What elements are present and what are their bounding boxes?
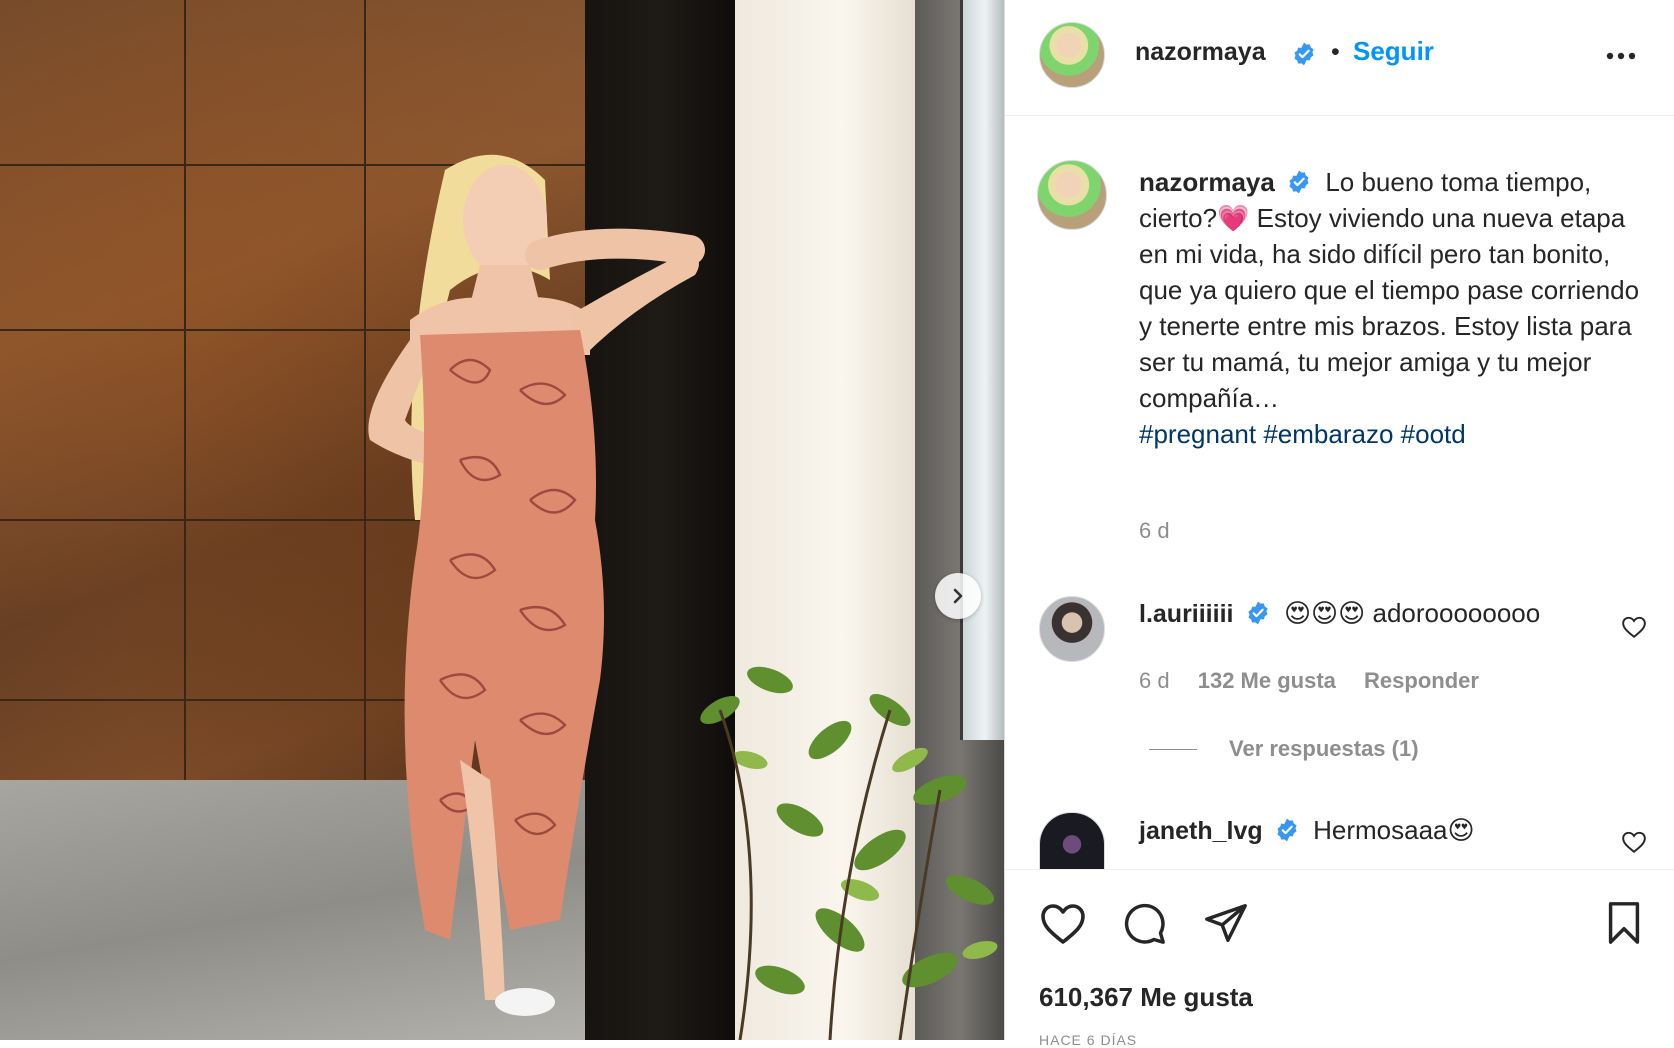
view-replies-label: Ver respuestas (1) bbox=[1229, 736, 1419, 761]
commenter-username[interactable]: l.auriiiiii bbox=[1139, 600, 1233, 628]
comment-icon[interactable] bbox=[1121, 900, 1167, 946]
replies-divider bbox=[1149, 748, 1197, 750]
verified-badge-icon bbox=[1277, 818, 1297, 842]
chevron-right-icon bbox=[953, 588, 963, 604]
window-frame bbox=[960, 0, 1004, 740]
caption-hashtags: #pregnant #embarazo #ootd bbox=[1139, 416, 1651, 452]
post-caption: nazormaya Lo bueno toma tiempo, cierto?💗… bbox=[1139, 164, 1651, 452]
likes-count[interactable]: 610,367 Me gusta bbox=[1039, 982, 1253, 1013]
reply-button[interactable]: Responder bbox=[1364, 668, 1479, 693]
commenter-avatar[interactable] bbox=[1039, 812, 1105, 870]
author-username[interactable]: nazormaya bbox=[1135, 38, 1266, 67]
verified-badge-icon bbox=[1289, 170, 1309, 194]
comment-text: 😍😍😍 adoroooooooo bbox=[1283, 598, 1541, 628]
post-header: nazormaya • Seguir bbox=[1005, 0, 1674, 116]
more-options-icon[interactable] bbox=[1603, 38, 1639, 74]
next-image-button[interactable] bbox=[935, 573, 981, 619]
heart-icon[interactable] bbox=[1039, 900, 1087, 946]
comment: janeth_lvg Hermosaaa😍 bbox=[1139, 815, 1475, 847]
comment-likes-count[interactable]: 132 Me gusta bbox=[1198, 668, 1336, 693]
caption-avatar[interactable] bbox=[1037, 160, 1107, 230]
comment-text: Hermosaaa😍 bbox=[1313, 815, 1475, 845]
post-actions: 610,367 Me gusta bbox=[1005, 869, 1674, 1040]
commenter-avatar[interactable] bbox=[1039, 596, 1105, 662]
comment: l.auriiiiii 😍😍😍 adoroooooooo bbox=[1139, 598, 1540, 630]
author-avatar[interactable] bbox=[1039, 22, 1105, 88]
verified-badge-icon bbox=[1294, 42, 1314, 66]
comment-like-heart-icon[interactable] bbox=[1621, 614, 1647, 640]
hashtag-link[interactable]: #pregnant bbox=[1139, 419, 1256, 449]
comment-timestamp: 6 d bbox=[1139, 668, 1170, 693]
follow-button[interactable]: Seguir bbox=[1353, 36, 1434, 67]
model-figure bbox=[368, 154, 705, 1016]
hashtag-link[interactable]: #ootd bbox=[1401, 419, 1466, 449]
post-image[interactable] bbox=[0, 0, 1004, 1040]
view-replies-button[interactable]: Ver respuestas (1) bbox=[1149, 736, 1419, 762]
verified-badge-icon bbox=[1248, 601, 1268, 625]
post-panel: nazormaya • Seguir nazormaya Lo bueno to… bbox=[1004, 0, 1674, 1048]
share-icon[interactable] bbox=[1203, 900, 1249, 946]
caption-text: Lo bueno toma tiempo, cierto?💗 Estoy viv… bbox=[1139, 167, 1640, 413]
hashtag-link[interactable]: #embarazo bbox=[1263, 419, 1393, 449]
header-separator: • bbox=[1331, 38, 1340, 66]
caption-timestamp: 6 d bbox=[1139, 518, 1170, 543]
bookmark-icon[interactable] bbox=[1603, 900, 1645, 946]
caption-username[interactable]: nazormaya bbox=[1139, 167, 1275, 197]
post-date: HACE 6 DÍAS bbox=[1039, 1032, 1138, 1048]
commenter-username[interactable]: janeth_lvg bbox=[1139, 817, 1263, 845]
comment-like-heart-icon[interactable] bbox=[1621, 829, 1647, 855]
comment-meta: 6 d 132 Me gusta Responder bbox=[1139, 668, 1501, 694]
